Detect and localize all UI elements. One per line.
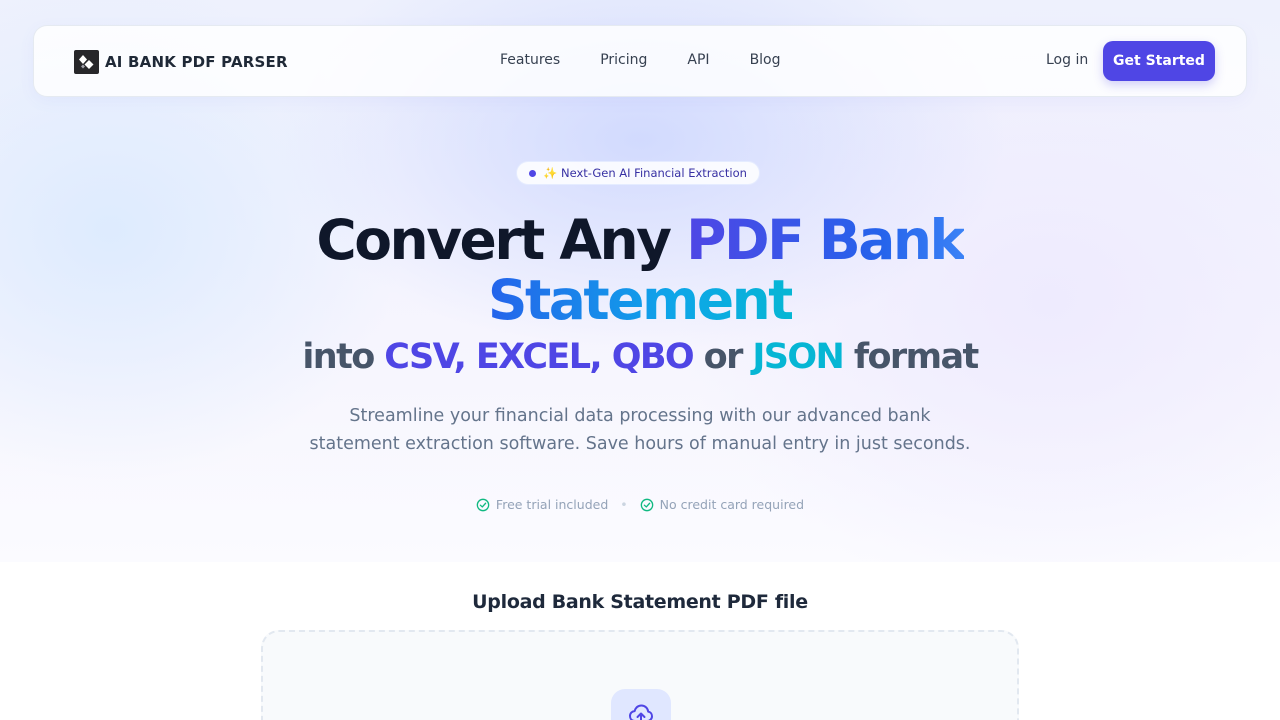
upload-icon-box — [611, 689, 671, 720]
navbar: AI BANK PDF PARSER Features Pricing API … — [33, 25, 1247, 97]
format-csv: CSV, — [384, 337, 476, 377]
format-json: JSON — [752, 337, 844, 377]
formats-suffix: format — [843, 337, 979, 377]
formats-into: into — [302, 337, 385, 377]
check-no-credit-card: No credit card required — [640, 497, 804, 512]
nav-link-features[interactable]: Features — [500, 52, 560, 68]
hero-subtitle: Streamline your financial data processin… — [290, 402, 990, 458]
hero-title-part1: Convert Any — [316, 208, 687, 272]
check-circle-icon — [476, 498, 490, 511]
upload-dropzone[interactable] — [261, 630, 1019, 720]
check-free-trial-label: Free trial included — [495, 497, 609, 512]
hero-title-statement: Statement — [487, 268, 795, 332]
check-circle-icon — [640, 498, 653, 511]
nav-link-api[interactable]: API — [687, 52, 709, 68]
check-separator: • — [620, 497, 628, 512]
format-excel: EXCEL, — [475, 337, 612, 377]
get-started-button[interactable]: Get Started — [1103, 41, 1215, 81]
upload-title: Upload Bank Statement PDF file — [472, 591, 808, 613]
login-link[interactable]: Log in — [1046, 52, 1088, 68]
brand-logo-icon — [74, 50, 99, 74]
nav-link-blog[interactable]: Blog — [750, 52, 781, 68]
hero-formats: into CSV, EXCEL, QBO or JSON format — [0, 335, 1280, 379]
check-free-trial: Free trial included — [476, 497, 608, 512]
format-qbo: QBO — [611, 337, 695, 377]
hero-title-highlight: PDF Bank — [686, 208, 966, 272]
hero-badge: ✨ Next-Gen AI Financial Extraction — [516, 161, 760, 185]
badge-dot-icon — [529, 169, 536, 177]
brand[interactable]: AI BANK PDF PARSER — [74, 50, 288, 74]
formats-or: or — [693, 337, 753, 377]
hero-title-line1: Convert Any PDF Bank — [0, 210, 1280, 270]
nav-links: Features Pricing API Blog — [500, 52, 821, 68]
nav-link-pricing[interactable]: Pricing — [600, 52, 647, 68]
check-no-credit-card-label: No credit card required — [659, 497, 805, 512]
badge-text: ✨ Next-Gen AI Financial Extraction — [543, 166, 747, 180]
hero-checks: Free trial included • No credit card req… — [0, 497, 1280, 512]
hero-title-line2: Statement — [0, 270, 1280, 330]
brand-name: AI BANK PDF PARSER — [105, 53, 288, 71]
hero-subtitle-line1: Streamline your financial data processin… — [349, 406, 931, 426]
hero-subtitle-line2: statement extraction software. Save hour… — [309, 434, 971, 454]
cloud-upload-icon — [629, 704, 653, 720]
